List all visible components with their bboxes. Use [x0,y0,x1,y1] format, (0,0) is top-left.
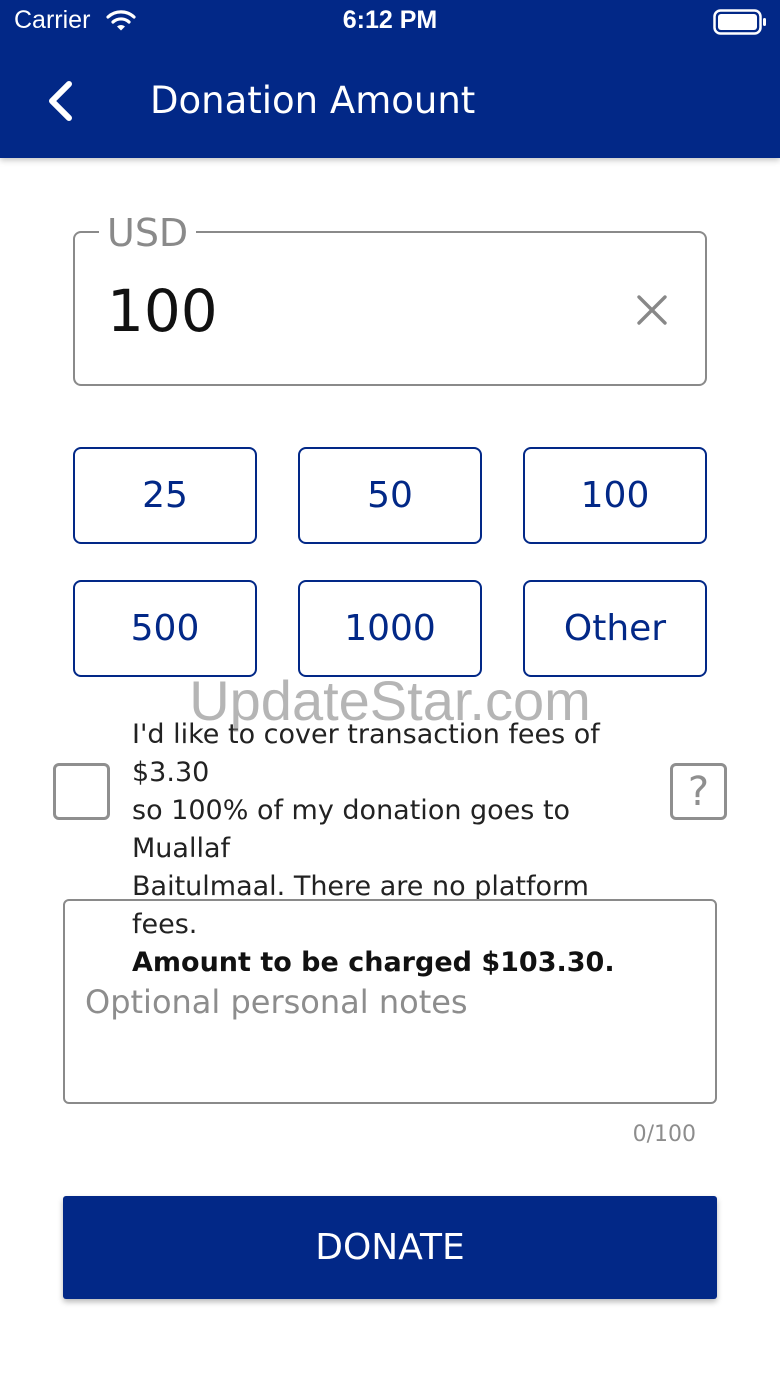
app-header: Carrier 6:12 PM Donation Amount [0,0,780,158]
amount-input[interactable]: USD 100 [73,214,707,386]
preset-amount-50-button[interactable]: 50 [298,447,482,544]
status-bar: Carrier 6:12 PM [0,0,780,44]
question-mark-icon: ? [687,768,710,815]
amount-value[interactable]: 100 [107,279,218,343]
notes-character-count: 0/100 [632,1122,696,1147]
fee-text-line: so 100% of my donation goes to Muallaf [132,795,571,864]
close-icon [637,295,667,325]
clear-amount-button[interactable] [631,289,673,331]
preset-amount-25-button[interactable]: 25 [73,447,257,544]
help-button[interactable]: ? [670,763,727,820]
personal-notes-input[interactable]: Optional personal notes [63,899,717,1104]
battery-icon [713,9,767,39]
page-title: Donation Amount [150,79,476,122]
currency-label: USD [99,214,197,252]
notes-placeholder: Optional personal notes [85,982,468,1021]
back-button[interactable] [36,76,84,126]
preset-amount-1000-button[interactable]: 1000 [298,580,482,677]
preset-amount-500-button[interactable]: 500 [73,580,257,677]
donate-button[interactable]: DONATE [63,1196,717,1299]
preset-amount-other-button[interactable]: Other [523,580,707,677]
fee-text-line: I'd like to cover transaction fees of $3… [132,719,600,788]
preset-amount-100-button[interactable]: 100 [523,447,707,544]
status-time: 6:12 PM [342,6,438,34]
cover-fees-checkbox[interactable] [53,763,110,820]
chevron-left-icon [49,81,72,121]
